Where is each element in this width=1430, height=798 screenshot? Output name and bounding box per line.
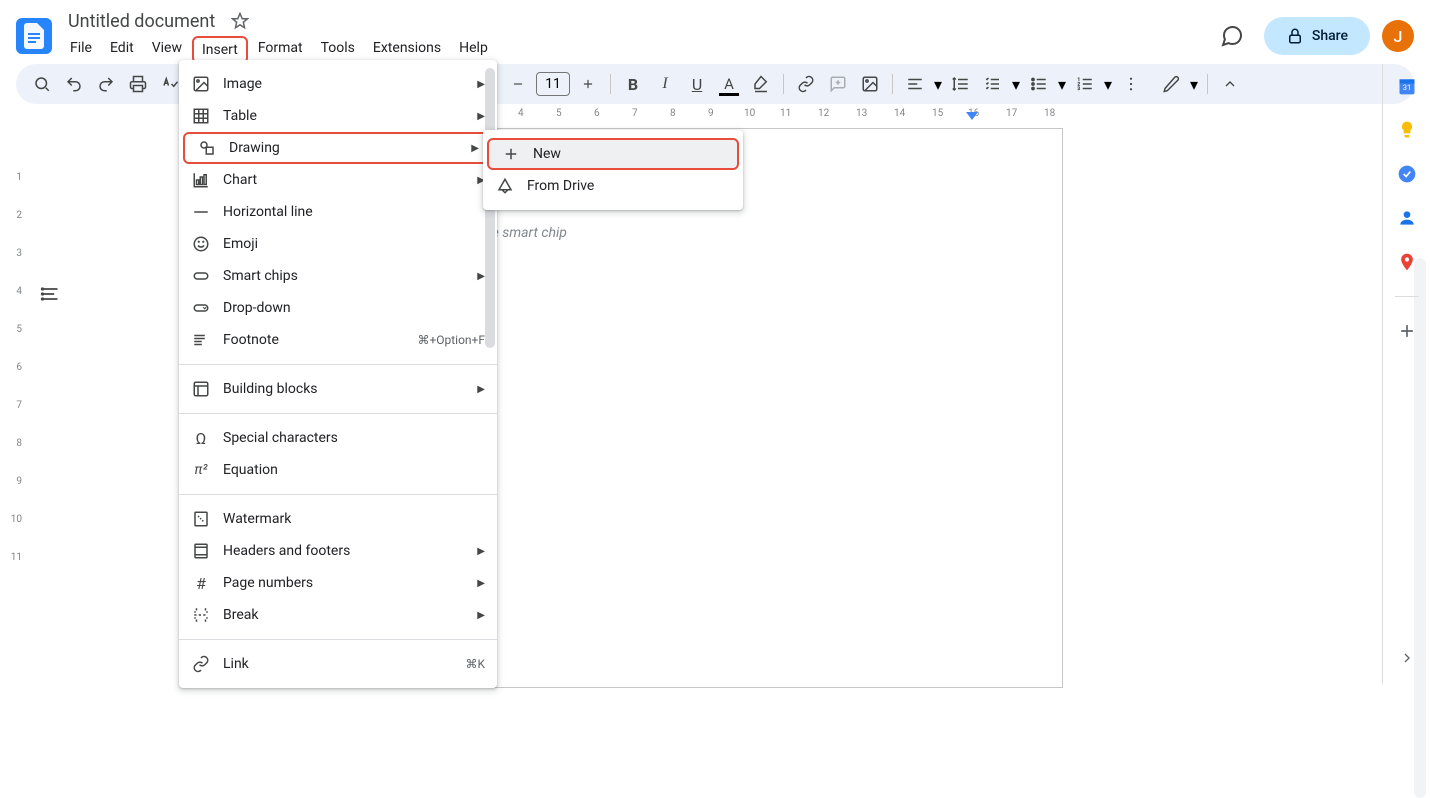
svg-text:3: 3 — [1078, 86, 1081, 92]
chevron-down-icon[interactable]: ▾ — [1189, 75, 1199, 94]
italic-icon[interactable]: I — [651, 70, 679, 98]
headers-footers-icon — [191, 541, 211, 561]
underline-icon[interactable]: U — [683, 70, 711, 98]
decrease-font-icon[interactable] — [504, 70, 532, 98]
chevron-right-icon: ▶ — [477, 610, 485, 621]
share-label: Share — [1312, 28, 1348, 44]
redo-icon[interactable] — [92, 70, 120, 98]
link-icon — [191, 654, 211, 674]
emoji-icon — [191, 234, 211, 254]
side-panel: 31 — [1382, 64, 1430, 684]
highlight-icon[interactable] — [747, 70, 775, 98]
side-panel-expand-icon[interactable] — [1397, 648, 1417, 668]
menu-insert-special-chars[interactable]: Ω Special characters — [179, 422, 497, 454]
comment-history-icon[interactable] — [1212, 16, 1252, 56]
chevron-right-icon: ▶ — [477, 384, 485, 395]
watermark-icon — [191, 509, 211, 529]
right-indent-marker[interactable] — [966, 112, 978, 122]
menu-insert-image[interactable]: Image ▶ — [179, 68, 497, 100]
smart-chips-icon — [191, 266, 211, 286]
tasks-icon[interactable] — [1397, 164, 1417, 184]
submenu-drawing-new[interactable]: New — [487, 138, 739, 170]
menu-insert-dropdown[interactable]: Drop-down — [179, 292, 497, 324]
document-title[interactable]: Untitled document — [62, 9, 221, 34]
menu-insert-drawing[interactable]: Drawing ▶ — [183, 132, 493, 164]
insert-image-icon[interactable] — [856, 70, 884, 98]
menu-insert-headers-footers[interactable]: Headers and footers ▶ — [179, 535, 497, 567]
chevron-right-icon: ▶ — [477, 111, 485, 122]
undo-icon[interactable] — [60, 70, 88, 98]
menu-insert-horizontal-line[interactable]: Horizontal line — [179, 196, 497, 228]
omega-icon: Ω — [191, 428, 211, 448]
hash-icon: # — [191, 573, 211, 593]
drawing-submenu: New From Drive — [483, 130, 743, 210]
menu-insert-page-numbers[interactable]: # Page numbers ▶ — [179, 567, 497, 599]
menu-insert-smart-chips[interactable]: Smart chips ▶ — [179, 260, 497, 292]
editing-mode-icon[interactable] — [1157, 70, 1185, 98]
plus-icon — [501, 144, 521, 164]
table-icon — [191, 106, 211, 126]
search-icon[interactable] — [28, 70, 56, 98]
align-icon[interactable] — [901, 70, 929, 98]
calendar-icon[interactable]: 31 — [1397, 76, 1417, 96]
line-spacing-icon[interactable] — [947, 70, 975, 98]
building-blocks-icon — [191, 379, 211, 399]
horizontal-line-icon — [191, 202, 211, 222]
footnote-icon — [191, 330, 211, 350]
contacts-icon[interactable] — [1397, 208, 1417, 228]
chevron-down-icon[interactable]: ▾ — [1103, 75, 1113, 94]
drive-icon — [495, 176, 515, 196]
bulleted-list-icon[interactable] — [1025, 70, 1053, 98]
menu-insert-watermark[interactable]: Watermark — [179, 503, 497, 535]
checklist-icon[interactable] — [979, 70, 1007, 98]
menu-insert-break[interactable]: Break ▶ — [179, 599, 497, 631]
chart-icon — [191, 170, 211, 190]
chevron-right-icon: ▶ — [471, 143, 479, 154]
avatar[interactable]: J — [1382, 20, 1414, 52]
menu-file[interactable]: File — [62, 36, 100, 64]
share-button[interactable]: Share — [1264, 17, 1370, 55]
equation-icon: π² — [191, 460, 211, 480]
menu-edit[interactable]: Edit — [102, 36, 142, 64]
lock-icon — [1286, 27, 1304, 45]
chevron-right-icon: ▶ — [477, 578, 485, 589]
svg-text:31: 31 — [1402, 83, 1410, 92]
image-icon — [191, 74, 211, 94]
insert-link-icon[interactable] — [792, 70, 820, 98]
chevron-right-icon: ▶ — [477, 79, 485, 90]
menu-insert-chart[interactable]: Chart ▶ — [179, 164, 497, 196]
increase-font-icon[interactable] — [574, 70, 602, 98]
chevron-down-icon[interactable]: ▾ — [1057, 75, 1067, 94]
keep-icon[interactable] — [1397, 120, 1417, 140]
star-icon[interactable] — [231, 12, 249, 30]
page-break-icon — [191, 605, 211, 625]
vertical-ruler[interactable]: 1 2 3 4 5 6 7 8 9 10 11 — [0, 128, 28, 688]
menu-insert-footnote[interactable]: Footnote ⌘+Option+F — [179, 324, 497, 356]
numbered-list-icon[interactable]: 123 — [1071, 70, 1099, 98]
print-icon[interactable] — [124, 70, 152, 98]
chevron-down-icon[interactable]: ▾ — [1011, 75, 1021, 94]
menu-insert-table[interactable]: Table ▶ — [179, 100, 497, 132]
more-icon[interactable] — [1117, 70, 1145, 98]
dropdown-icon — [191, 298, 211, 318]
add-comment-icon[interactable] — [824, 70, 852, 98]
collapse-toolbar-icon[interactable] — [1216, 70, 1244, 98]
font-size-input[interactable]: 11 — [536, 72, 570, 96]
menu-insert-link[interactable]: Link ⌘K — [179, 648, 497, 680]
chevron-right-icon: ▶ — [477, 546, 485, 557]
docs-logo[interactable] — [16, 18, 52, 54]
chevron-right-icon: ▶ — [477, 271, 485, 282]
bold-icon[interactable]: B — [619, 70, 647, 98]
outline-toggle-icon[interactable] — [32, 276, 68, 312]
drawing-icon — [197, 138, 217, 158]
menu-insert-emoji[interactable]: Emoji — [179, 228, 497, 260]
submenu-drawing-from-drive[interactable]: From Drive — [483, 170, 743, 202]
maps-icon[interactable] — [1397, 252, 1417, 272]
menu-insert-equation[interactable]: π² Equation — [179, 454, 497, 486]
menu-insert-building-blocks[interactable]: Building blocks ▶ — [179, 373, 497, 405]
add-addon-icon[interactable] — [1397, 321, 1417, 341]
insert-dropdown-menu: Image ▶ Table ▶ Drawing ▶ Chart ▶ Horizo… — [179, 60, 497, 688]
chevron-down-icon[interactable]: ▾ — [933, 75, 943, 94]
text-color-icon[interactable]: A — [715, 70, 743, 98]
